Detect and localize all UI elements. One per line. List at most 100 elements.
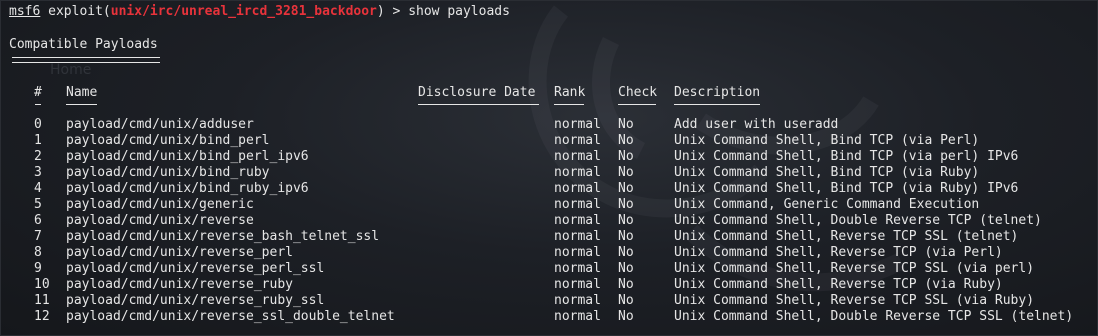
row-rank: normal — [554, 293, 601, 308]
table-row[interactable]: 7 payload/cmd/unix/reverse_bash_telnet_s… — [1, 229, 1097, 245]
row-name: payload/cmd/unix/reverse_ssl_double_teln… — [66, 309, 395, 324]
row-check: No — [618, 245, 634, 260]
row-check: No — [618, 277, 634, 292]
row-description: Unix Command Shell, Bind TCP (via Ruby) — [674, 165, 980, 180]
column-header-num: # — [34, 85, 42, 100]
row-rank: normal — [554, 261, 601, 276]
table-row[interactable]: 2 payload/cmd/unix/bind_perl_ipv6 normal… — [1, 149, 1097, 165]
row-num: 9 — [34, 261, 42, 276]
row-rank: normal — [554, 149, 601, 164]
column-underline-name — [66, 104, 97, 105]
row-name: payload/cmd/unix/bind_ruby — [66, 165, 270, 180]
row-check: No — [618, 229, 634, 244]
row-name: payload/cmd/unix/bind_ruby_ipv6 — [66, 181, 309, 196]
column-header-check: Check — [618, 85, 658, 100]
row-description: Unix Command, Generic Command Execution — [674, 197, 980, 212]
row-rank: normal — [554, 133, 601, 148]
row-name: payload/cmd/unix/reverse_perl — [66, 245, 293, 260]
row-check: No — [618, 165, 634, 180]
row-rank: normal — [554, 277, 601, 292]
terminal-window[interactable]: Home msf6 exploit(unix/irc/unreal_ircd_3… — [0, 0, 1098, 336]
table-row[interactable]: 0 payload/cmd/unix/adduser normal No Add… — [1, 117, 1097, 133]
table-row[interactable]: 9 payload/cmd/unix/reverse_perl_ssl norm… — [1, 261, 1097, 277]
column-underline-num — [35, 104, 41, 105]
table-row[interactable]: 3 payload/cmd/unix/bind_ruby normal No U… — [1, 165, 1097, 181]
msf-prompt-label: msf6 — [9, 4, 41, 19]
row-num: 0 — [34, 117, 42, 132]
column-header-name: Name — [66, 85, 98, 100]
section-title-underline — [12, 57, 160, 63]
row-name: payload/cmd/unix/reverse_bash_telnet_ssl — [66, 229, 380, 244]
table-row[interactable]: 5 payload/cmd/unix/generic normal No Uni… — [1, 197, 1097, 213]
row-check: No — [618, 117, 634, 132]
table-row[interactable]: 4 payload/cmd/unix/bind_ruby_ipv6 normal… — [1, 181, 1097, 197]
row-num: 1 — [34, 133, 42, 148]
row-rank: normal — [554, 197, 601, 212]
row-check: No — [618, 293, 634, 308]
row-description: Unix Command Shell, Reverse TCP (via Rub… — [674, 277, 1003, 292]
row-check: No — [618, 181, 634, 196]
row-num: 5 — [34, 197, 42, 212]
row-num: 12 — [34, 309, 50, 324]
row-name: payload/cmd/unix/bind_perl_ipv6 — [66, 149, 309, 164]
column-header-description: Description — [674, 85, 761, 100]
row-num: 8 — [34, 245, 42, 260]
row-check: No — [618, 309, 634, 324]
row-name: payload/cmd/unix/reverse — [66, 213, 254, 228]
row-num: 2 — [34, 149, 42, 164]
row-rank: normal — [554, 117, 601, 132]
row-rank: normal — [554, 181, 601, 196]
row-check: No — [618, 213, 634, 228]
row-num: 11 — [34, 293, 50, 308]
row-description: Unix Command Shell, Reverse TCP SSL (via… — [674, 261, 1035, 276]
row-description: Unix Command Shell, Double Reverse TCP S… — [674, 309, 1074, 324]
row-name: payload/cmd/unix/reverse_ruby — [66, 277, 293, 292]
exploit-prefix: exploit( — [40, 4, 111, 19]
row-name: payload/cmd/unix/generic — [66, 197, 254, 212]
row-rank: normal — [554, 229, 601, 244]
row-check: No — [618, 261, 634, 276]
row-name: payload/cmd/unix/bind_perl — [66, 133, 270, 148]
row-description: Unix Command Shell, Reverse TCP SSL (via… — [674, 293, 1035, 308]
column-underline-rank — [554, 104, 584, 105]
row-num: 4 — [34, 181, 42, 196]
row-check: No — [618, 197, 634, 212]
row-num: 7 — [34, 229, 42, 244]
row-num: 6 — [34, 213, 42, 228]
row-description: Unix Command Shell, Bind TCP (via Ruby) … — [674, 181, 1019, 196]
command-text[interactable]: show payloads — [408, 4, 510, 19]
table-row[interactable]: 11 payload/cmd/unix/reverse_ruby_ssl nor… — [1, 293, 1097, 309]
row-rank: normal — [554, 245, 601, 260]
column-underline-description — [674, 104, 760, 105]
row-check: No — [618, 133, 634, 148]
command-prompt-line: msf6 exploit(unix/irc/unreal_ircd_3281_b… — [9, 4, 510, 20]
table-row[interactable]: 6 payload/cmd/unix/reverse normal No Uni… — [1, 213, 1097, 229]
column-underline-check — [618, 104, 656, 105]
table-row[interactable]: 12 payload/cmd/unix/reverse_ssl_double_t… — [1, 309, 1097, 325]
row-description: Unix Command Shell, Double Reverse TCP (… — [674, 213, 1042, 228]
row-rank: normal — [554, 165, 601, 180]
column-header-disclosure-date: Disclosure Date — [418, 85, 536, 100]
row-name: payload/cmd/unix/adduser — [66, 117, 254, 132]
module-name: unix/irc/unreal_ircd_3281_backdoor — [110, 4, 377, 19]
row-name: payload/cmd/unix/reverse_perl_ssl — [66, 261, 325, 276]
section-title: Compatible Payloads — [9, 37, 158, 52]
row-description: Unix Command Shell, Reverse TCP SSL (tel… — [674, 229, 1019, 244]
row-num: 3 — [34, 165, 42, 180]
table-row[interactable]: 10 payload/cmd/unix/reverse_ruby normal … — [1, 277, 1097, 293]
table-row[interactable]: 8 payload/cmd/unix/reverse_perl normal N… — [1, 245, 1097, 261]
row-description: Unix Command Shell, Bind TCP (via perl) … — [674, 149, 1019, 164]
row-description: Unix Command Shell, Bind TCP (via Perl) — [674, 133, 980, 148]
column-header-rank: Rank — [554, 85, 586, 100]
row-check: No — [618, 149, 634, 164]
row-description: Unix Command Shell, Reverse TCP (via Per… — [674, 245, 1003, 260]
row-rank: normal — [554, 213, 601, 228]
background-ghost-text: Home — [50, 62, 92, 78]
row-description: Add user with useradd — [674, 117, 839, 132]
row-num: 10 — [34, 277, 50, 292]
table-row[interactable]: 1 payload/cmd/unix/bind_perl normal No U… — [1, 133, 1097, 149]
column-underline-disclosure-date — [418, 104, 539, 105]
prompt-suffix: ) > — [376, 4, 409, 19]
row-rank: normal — [554, 309, 601, 324]
row-name: payload/cmd/unix/reverse_ruby_ssl — [66, 293, 325, 308]
